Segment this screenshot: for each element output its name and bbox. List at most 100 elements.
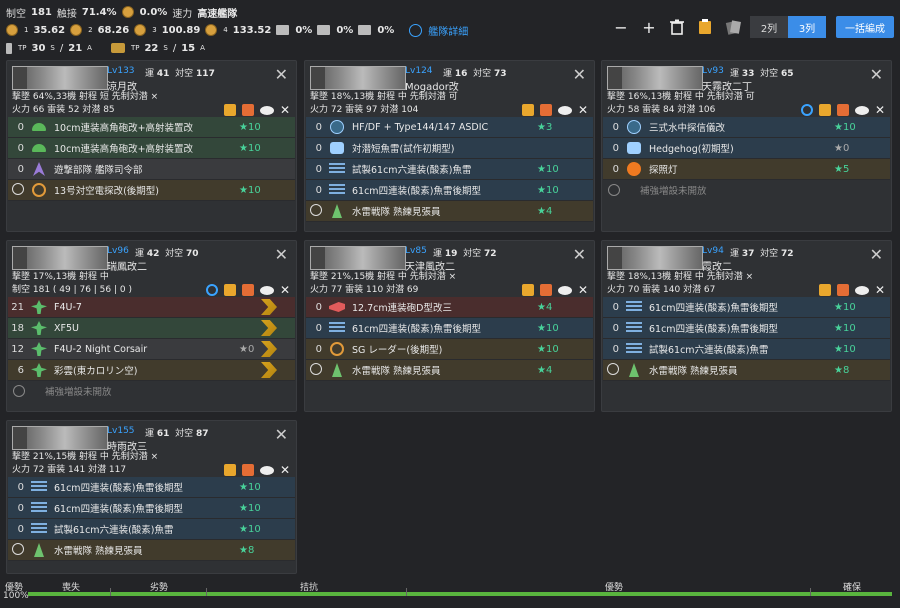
toolbox-icon[interactable] — [540, 284, 552, 296]
ship-name[interactable]: 天津風改二 — [405, 258, 455, 273]
remove-equipment-icon[interactable]: ✕ — [280, 464, 290, 476]
remove-equipment-icon[interactable]: ✕ — [280, 284, 290, 296]
remove-equipment-icon[interactable]: ✕ — [875, 284, 885, 296]
close-icon[interactable]: ✕ — [573, 65, 586, 84]
close-icon[interactable]: ✕ — [275, 425, 288, 444]
equipment-slot-expansion[interactable]: 水雷戦隊 熟練見張員 ★8 — [8, 540, 295, 561]
ship-banner-image[interactable] — [310, 246, 406, 270]
equipment-slot[interactable]: 0 61cm四連装(酸素)魚雷後期型 ★10 — [603, 318, 890, 339]
eye-icon[interactable] — [260, 285, 274, 295]
remove-equipment-icon[interactable]: ✕ — [578, 104, 588, 116]
equipment-slot-expansion[interactable]: 13号対空電探改(後期型) ★10 — [8, 180, 295, 201]
ship-name[interactable]: 霞改二 — [702, 258, 732, 273]
equipment-slot[interactable]: 0 三式水中探信儀改 ★10 — [603, 117, 890, 138]
ship-banner-image[interactable] — [607, 246, 703, 270]
ship-name[interactable]: 涼月改 — [107, 78, 137, 93]
refresh-icon[interactable] — [801, 104, 813, 116]
toolbox-icon[interactable] — [242, 104, 254, 116]
equipment-slot[interactable]: 0 試製61cm六連装(酸素)魚雷 ★10 — [603, 339, 890, 360]
remove-equipment-icon[interactable]: ✕ — [875, 104, 885, 116]
ship-card: Lv85 運 19 対空 72 天津風改二 ✕ 撃墜 21%,15機 射程 中 … — [304, 240, 595, 412]
ship-name[interactable]: Mogador改 — [405, 78, 459, 93]
refresh-icon[interactable] — [206, 284, 218, 296]
ship-name[interactable]: 瑞鳳改二 — [107, 258, 147, 273]
equipment-slot[interactable]: 12 F4U-2 Night Corsair ★0 — [8, 339, 295, 360]
trash-icon[interactable] — [666, 16, 688, 38]
equipment-slot[interactable]: 6 彩雲(東カロリン空) — [8, 360, 295, 381]
upgrade-icon[interactable] — [224, 284, 236, 296]
ship-banner-image[interactable] — [310, 66, 406, 90]
equipment-slot[interactable]: 0 探照灯 ★5 — [603, 159, 890, 180]
fleet-detail-link[interactable]: 艦隊詳細 — [428, 23, 468, 38]
ship-card: Lv93 運 33 対空 65 天霧改二丁 ✕ 撃墜 16%,13機 射程 中 … — [601, 60, 892, 232]
air-state-bar: 優勢 喪失 劣勢 拮抗 優勢 確保 100% — [0, 580, 900, 608]
toolbox-icon[interactable] — [837, 104, 849, 116]
equipment-slot[interactable]: 0 試製61cm六連装(酸素)魚雷 ★10 — [306, 159, 593, 180]
equipment-slot-expansion[interactable]: 水雷戦隊 熟練見張員 ★4 — [306, 201, 593, 222]
remove-equipment-icon[interactable]: ✕ — [280, 104, 290, 116]
equipment-slot[interactable]: 0 12.7cm連装砲D型改三 ★4 — [306, 297, 593, 318]
slot-aircraft-count: 0 — [315, 343, 322, 355]
transport-icon — [110, 43, 125, 53]
equipment-slot[interactable]: 0 試製61cm六連装(酸素)魚雷 ★10 — [8, 519, 295, 540]
ship-name[interactable]: 天霧改二丁 — [702, 78, 752, 93]
equipment-slot[interactable]: 0 10cm連装高角砲改+高射装置改 ★10 — [8, 138, 295, 159]
equipment-slot[interactable]: 0 HF/DF + Type144/147 ASDIC ★3 — [306, 117, 593, 138]
plus-button[interactable]: + — [638, 16, 660, 38]
equipment-slot[interactable]: 0 61cm四連装(酸素)魚雷後期型 ★10 — [8, 477, 295, 498]
equipment-slot[interactable]: 0 対潜短魚雷(試作初期型) — [306, 138, 593, 159]
equipment-slot[interactable]: 21 F4U-7 — [8, 297, 295, 318]
upgrade-icon[interactable] — [522, 284, 534, 296]
clipboard-icon[interactable] — [694, 16, 716, 38]
cards-icon[interactable] — [722, 16, 744, 38]
expansion-slot-locked: 補強増設未開放 — [602, 180, 891, 199]
close-icon[interactable]: ✕ — [870, 65, 883, 84]
ship-banner-image[interactable] — [607, 66, 703, 90]
ship-banner-image[interactable] — [12, 246, 108, 270]
eye-icon[interactable] — [558, 285, 572, 295]
equipment-slot[interactable]: 0 10cm連装高角砲改+高射装置改 ★10 — [8, 117, 295, 138]
equipment-type-icon — [332, 204, 342, 218]
equipment-slot[interactable]: 0 61cm四連装(酸素)魚雷後期型 ★10 — [8, 498, 295, 519]
eye-icon[interactable] — [855, 105, 869, 115]
close-icon[interactable]: ✕ — [275, 245, 288, 264]
three-column-button[interactable]: 3列 — [788, 16, 826, 38]
equipment-name: 対潜短魚雷(試作初期型) — [352, 144, 455, 155]
eye-icon[interactable] — [260, 465, 274, 475]
equipment-slot[interactable]: 0 Hedgehog(初期型) ★0 — [603, 138, 890, 159]
toolbox-icon[interactable] — [242, 284, 254, 296]
bulk-organize-button[interactable]: 一括編成 — [836, 16, 894, 38]
toolbox-icon[interactable] — [837, 284, 849, 296]
toolbox-icon[interactable] — [540, 104, 552, 116]
upgrade-icon[interactable] — [819, 104, 831, 116]
two-column-button[interactable]: 2列 — [750, 16, 788, 38]
upgrade-icon[interactable] — [224, 464, 236, 476]
eye-icon[interactable] — [558, 105, 572, 115]
equipment-slot[interactable]: 0 61cm四連装(酸素)魚雷後期型 ★10 — [603, 297, 890, 318]
toolbox-icon[interactable] — [242, 464, 254, 476]
ship-banner-image[interactable] — [12, 66, 108, 90]
close-icon[interactable]: ✕ — [275, 65, 288, 84]
expansion-slot-icon — [12, 182, 24, 195]
equipment-slot-expansion[interactable]: 水雷戦隊 熟練見張員 ★4 — [306, 360, 593, 381]
equipment-type-icon — [31, 321, 47, 335]
equipment-slot[interactable]: 0 SG レーダー(後期型) ★10 — [306, 339, 593, 360]
close-icon[interactable]: ✕ — [870, 245, 883, 264]
equipment-slot[interactable]: 18 XF5U — [8, 318, 295, 339]
equipment-slot[interactable]: 0 61cm四連装(酸素)魚雷後期型 ★10 — [306, 318, 593, 339]
eye-icon[interactable] — [855, 285, 869, 295]
close-icon[interactable]: ✕ — [573, 245, 586, 264]
remove-equipment-icon[interactable]: ✕ — [578, 284, 588, 296]
equipment-slot[interactable]: 0 61cm四連装(酸素)魚雷後期型 ★10 — [306, 180, 593, 201]
minus-button[interactable]: − — [610, 16, 632, 38]
info-icon[interactable] — [409, 23, 423, 37]
eye-icon[interactable] — [260, 105, 274, 115]
equipment-slot-expansion[interactable]: 水雷戦隊 熟練見張員 ★8 — [603, 360, 890, 381]
ship-banner-image[interactable] — [12, 426, 108, 450]
upgrade-icon[interactable] — [522, 104, 534, 116]
ship-name[interactable]: 時雨改三 — [107, 438, 147, 453]
upgrade-icon[interactable] — [224, 104, 236, 116]
equipment-slot[interactable]: 0 遊撃部隊 艦隊司令部 — [8, 159, 295, 180]
upgrade-icon[interactable] — [819, 284, 831, 296]
equipment-type-icon — [329, 184, 345, 196]
